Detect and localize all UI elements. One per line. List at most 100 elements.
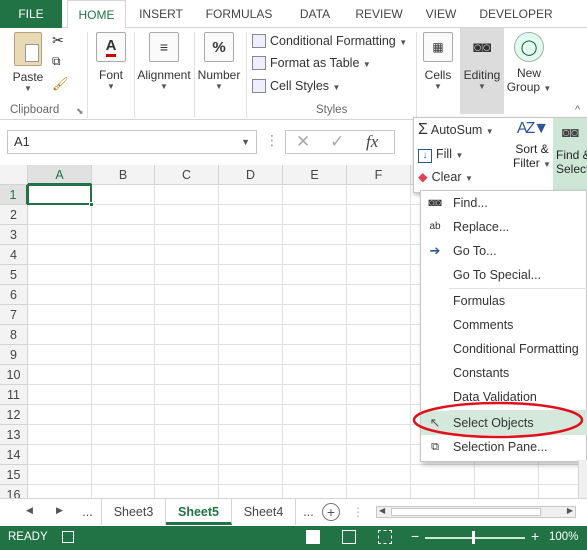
column-header-d[interactable]: D	[219, 165, 283, 185]
menu-item-replace[interactable]: ab Replace...	[421, 215, 587, 239]
macro-record-icon[interactable]	[62, 531, 74, 543]
cut-icon[interactable]: ✂	[52, 32, 64, 49]
zoom-out-icon[interactable]: −	[411, 528, 419, 544]
normal-view-icon[interactable]	[306, 530, 320, 544]
tab-view[interactable]: VIEW	[420, 0, 462, 28]
row-header-13[interactable]: 13	[0, 425, 28, 445]
fill-button[interactable]: ↓ Fill ▼	[418, 144, 463, 164]
sheet-tab-sheet3[interactable]: Sheet3	[102, 499, 166, 525]
go-to-label: Go To...	[453, 244, 497, 258]
scroll-right-icon[interactable]: ▶	[56, 505, 63, 516]
new-group-button[interactable]: ◯ New Group ▼	[506, 32, 552, 94]
menu-item-constants[interactable]: Constants	[421, 361, 587, 385]
tab-home[interactable]: HOME	[67, 0, 126, 29]
cell-styles-icon	[252, 79, 266, 93]
column-header-c[interactable]: C	[155, 165, 219, 185]
editing-button[interactable]: ◙◙ Editing ▼	[460, 28, 504, 114]
page-layout-icon[interactable]	[342, 530, 356, 544]
zoom-slider[interactable]	[425, 537, 525, 539]
active-cell-a1[interactable]	[27, 184, 92, 205]
scroll-left-icon[interactable]: ◀	[26, 505, 33, 516]
tab-data[interactable]: DATA	[290, 0, 340, 28]
select-all-corner[interactable]	[0, 165, 28, 185]
tab-developer[interactable]: DEVELOPER	[476, 0, 556, 28]
row-header-16[interactable]: 16	[0, 485, 28, 498]
zoom-slider-thumb[interactable]	[472, 531, 475, 544]
vertical-scrollbar[interactable]	[578, 460, 587, 498]
row-header-6[interactable]: 6	[0, 285, 28, 305]
format-painter-icon[interactable]: 🖌	[52, 76, 69, 92]
ribbon: Paste ▼ ✂ ⧉ 🖌 Clipboard ⬊ A Font ▼ ≡ Ali…	[0, 28, 587, 120]
formula-buttons: ✕ ✓ fx	[285, 130, 395, 154]
sheet-tabs-ellipsis[interactable]: ...	[74, 499, 102, 525]
cells-button[interactable]: ▦ Cells ▼	[420, 32, 456, 91]
binoculars-icon: ◙◙	[467, 32, 497, 62]
column-header-a[interactable]: A	[28, 165, 92, 185]
cancel-icon[interactable]: ✕	[296, 132, 310, 152]
copy-icon[interactable]: ⧉	[52, 54, 61, 69]
menu-item-go-to[interactable]: ➔ Go To...	[421, 239, 587, 263]
column-header-b[interactable]: B	[92, 165, 155, 185]
row-header-9[interactable]: 9	[0, 345, 28, 365]
add-sheet-icon[interactable]: +	[322, 503, 340, 521]
horizontal-scrollbar[interactable]: ◀ ▶	[376, 506, 576, 518]
row-header-4[interactable]: 4	[0, 245, 28, 265]
sheet-tab-sheet4[interactable]: Sheet4	[232, 499, 296, 525]
binoculars-icon: ◙◙	[428, 197, 442, 209]
row-header-10[interactable]: 10	[0, 365, 28, 385]
row-header-3[interactable]: 3	[0, 225, 28, 245]
name-box[interactable]: A1 ▼	[7, 130, 257, 154]
row-header-1[interactable]: 1	[0, 185, 28, 205]
tab-formulas[interactable]: FORMULAS	[200, 0, 278, 28]
menu-item-go-to-special[interactable]: Go To Special...	[421, 263, 587, 287]
insert-function-icon[interactable]: fx	[366, 132, 378, 152]
status-bar: READY − + 100%	[0, 526, 587, 550]
zoom-in-icon[interactable]: +	[531, 528, 539, 544]
format-as-table-button[interactable]: Format as Table ▼	[252, 53, 371, 73]
tab-review[interactable]: REVIEW	[351, 0, 407, 28]
sheet-tab-sheet5[interactable]: Sheet5	[166, 499, 232, 525]
row-header-15[interactable]: 15	[0, 465, 28, 485]
splitter-icon[interactable]: ⋮	[352, 505, 364, 519]
page-break-icon[interactable]	[378, 530, 392, 544]
chevron-down-icon[interactable]: ▼	[241, 131, 250, 153]
number-button[interactable]: % Number ▼	[196, 32, 242, 91]
dialog-launcher-icon[interactable]: ⬊	[76, 106, 84, 117]
alignment-button[interactable]: ≡ Alignment ▼	[134, 32, 194, 91]
menu-item-find[interactable]: ◙◙ Find...	[421, 191, 587, 215]
editing-label: Editing	[463, 68, 501, 82]
sheet-tabs-ellipsis-2[interactable]: ...	[296, 499, 321, 525]
clear-button[interactable]: ◆ Clear ▼	[418, 167, 473, 187]
conditional-formatting-button[interactable]: Conditional Formatting ▼	[252, 31, 407, 51]
collapse-ribbon-icon[interactable]: ^	[575, 104, 580, 116]
row-header-11[interactable]: 11	[0, 385, 28, 405]
sort-filter-button[interactable]: AZ▼ Sort & Filter ▼	[512, 120, 552, 170]
tab-insert[interactable]: INSERT	[132, 0, 190, 28]
chevron-down-icon: ▼	[160, 82, 168, 91]
sigma-icon: Σ	[418, 121, 428, 138]
column-header-f[interactable]: F	[347, 165, 411, 185]
grid-column-line	[346, 185, 347, 498]
row-header-8[interactable]: 8	[0, 325, 28, 345]
menu-item-conditional-formatting[interactable]: Conditional Formatting	[421, 337, 587, 361]
font-button[interactable]: A Font ▼	[92, 32, 130, 91]
tab-file[interactable]: FILE	[0, 0, 62, 28]
conditional-formatting-icon	[252, 34, 266, 48]
enter-icon[interactable]: ✓	[330, 132, 344, 152]
row-header-12[interactable]: 12	[0, 405, 28, 425]
scroll-thumb[interactable]	[391, 508, 541, 516]
new-group-icon: ◯	[514, 32, 544, 62]
menu-item-comments[interactable]: Comments	[421, 313, 587, 337]
paste-button[interactable]: Paste ▼	[8, 32, 48, 93]
autosum-button[interactable]: Σ AutoSum ▼	[418, 120, 494, 140]
find-select-button[interactable]: ◙◙ Find & Select	[553, 118, 587, 192]
row-header-5[interactable]: 5	[0, 265, 28, 285]
menu-item-formulas[interactable]: Formulas	[421, 289, 587, 313]
column-header-e[interactable]: E	[283, 165, 347, 185]
row-header-2[interactable]: 2	[0, 205, 28, 225]
row-header-7[interactable]: 7	[0, 305, 28, 325]
cell-styles-button[interactable]: Cell Styles ▼	[252, 76, 340, 96]
zoom-level[interactable]: 100%	[549, 531, 578, 543]
fill-handle[interactable]	[89, 202, 94, 207]
row-header-14[interactable]: 14	[0, 445, 28, 465]
